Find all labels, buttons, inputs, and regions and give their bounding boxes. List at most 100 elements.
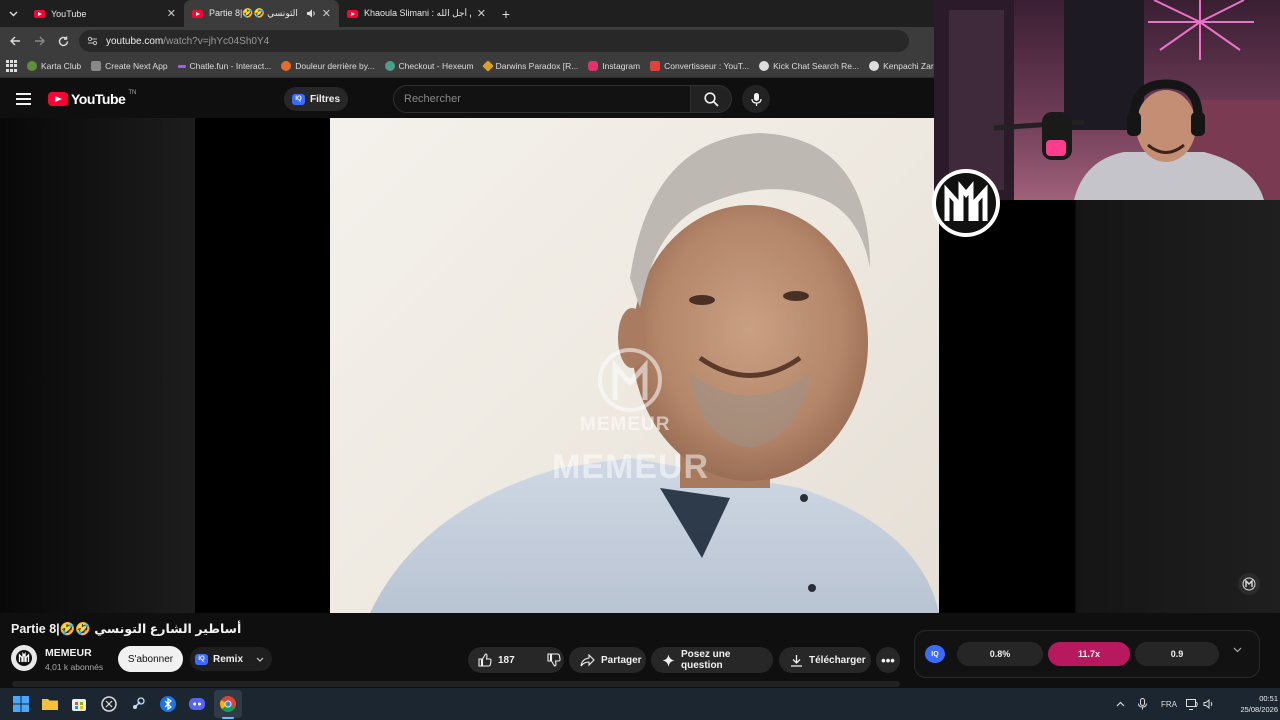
voice-search-button[interactable] [742, 85, 770, 113]
bookmark-item[interactable]: Karta Club [27, 61, 81, 71]
tab-search-button[interactable] [0, 0, 26, 27]
close-icon[interactable]: ✕ [477, 7, 486, 20]
iq-icon: IQ [292, 93, 305, 105]
share-icon [580, 653, 595, 666]
bookmark-item[interactable]: Kick Chat Search Re... [759, 61, 859, 71]
search-input[interactable]: Rechercher [393, 85, 691, 113]
tab-title: YouTube [51, 8, 87, 19]
blurred-backdrop-right [939, 200, 1280, 613]
tray-overflow-button[interactable] [1116, 688, 1125, 720]
tab-strip: YouTube ✕ Partie 8|🤣🤣 أساطير الشارع التو… [0, 0, 935, 27]
speed-segment-3[interactable]: 0.9 [1135, 642, 1219, 666]
speed-segment-2[interactable]: 11.7x [1048, 642, 1130, 666]
chrome-icon[interactable] [219, 695, 237, 713]
tray-microphone[interactable] [1138, 688, 1147, 720]
memeur-logo-icon [1242, 577, 1256, 591]
iq-icon: IQ [195, 653, 208, 665]
more-actions-button[interactable]: ••• [876, 647, 900, 673]
close-icon[interactable]: ✕ [322, 7, 331, 20]
tray-volume[interactable] [1203, 688, 1215, 720]
channel-watermark-button[interactable] [1238, 573, 1260, 595]
share-button[interactable]: Partager [569, 647, 646, 673]
instagram-icon [588, 61, 599, 71]
blurred-backdrop-left-dark [195, 118, 330, 613]
network-icon [1186, 698, 1198, 710]
speaker-icon[interactable] [306, 9, 316, 18]
apps-grid-icon[interactable] [6, 60, 17, 72]
bookmark-item[interactable]: Douleur derrière by... [281, 61, 375, 71]
bookmark-item[interactable]: Kenpachi Zaraki Bl [869, 61, 935, 71]
chevron-down-icon[interactable] [1233, 647, 1242, 653]
bookmark-item[interactable]: Darwins Paradox [R... [481, 60, 578, 72]
iq-icon: IQ [925, 645, 945, 663]
thumbs-down-icon [547, 653, 561, 667]
back-button[interactable] [3, 29, 27, 53]
subscribe-button[interactable]: S'abonner [118, 646, 183, 672]
bluetooth-app-icon[interactable] [159, 695, 177, 713]
menu-icon[interactable] [16, 93, 31, 105]
globe-icon [759, 61, 770, 71]
download-button[interactable]: Télécharger [779, 647, 871, 673]
reload-button[interactable] [51, 29, 75, 53]
bookmark-item[interactable]: Convertisseur : YouT... [650, 61, 749, 71]
reload-icon [58, 36, 68, 46]
store-icon[interactable] [70, 695, 88, 713]
tab-title: Partie 8|🤣🤣 أساطير الشارع التونسي [209, 8, 300, 18]
chevron-down-icon [9, 11, 17, 16]
address-bar[interactable]: youtube.com/watch?v=jhYc04Sh0Y4 [79, 30, 909, 52]
tab-other-video[interactable]: Khaoula Slimani : أتمرد من أجل الله ✕ [339, 0, 494, 27]
scroll-shelf [12, 681, 900, 687]
new-tab-button[interactable]: + [494, 0, 518, 27]
favicon-icon [91, 61, 102, 71]
video-frame-person [370, 133, 939, 613]
search-button[interactable] [690, 85, 732, 113]
favicon-icon [481, 60, 494, 72]
bookmark-item[interactable]: Chatle.fun - Interact... [177, 61, 271, 71]
channel-avatar[interactable] [11, 645, 37, 671]
favicon-icon [281, 61, 292, 71]
file-explorer-icon[interactable] [41, 695, 59, 713]
watermark-small: MEMEUR [580, 414, 671, 435]
subscriber-count: 4,01 k abonnés [45, 662, 104, 672]
favicon-icon [384, 61, 395, 71]
video-player[interactable]: MEMEUR MEMEUR [330, 118, 939, 613]
globe-icon [869, 61, 880, 71]
bookmark-item[interactable]: Instagram [588, 61, 640, 71]
site-info-icon[interactable] [87, 36, 98, 46]
bookmark-item[interactable]: Checkout - Hexeum [384, 61, 474, 71]
neon-star-light [1148, 0, 1254, 60]
system-clock[interactable]: 00:51 25/08/2026 [1232, 693, 1278, 715]
youtube-favicon-icon [34, 9, 45, 18]
watch-metadata: Partie 8|🤣🤣 أساطير الشارع التونسي MEMEUR… [0, 613, 1280, 688]
youtube-favicon-icon [347, 9, 358, 18]
windows-start-icon[interactable] [12, 695, 30, 713]
speed-segment-1[interactable]: 0.8% [957, 642, 1043, 666]
favicon-icon [27, 61, 37, 71]
screen: YouTube ✕ Partie 8|🤣🤣 أساطير الشارع التو… [0, 0, 1280, 720]
chatgpt-icon[interactable] [100, 695, 118, 713]
youtube-play-icon [48, 92, 68, 106]
ask-question-button[interactable]: Posez une question [651, 647, 773, 673]
dislike-button[interactable] [537, 647, 571, 673]
thumbs-up-icon [478, 653, 492, 667]
forward-button[interactable] [27, 29, 51, 53]
running-indicator [222, 717, 234, 719]
arrow-right-icon [34, 36, 45, 46]
tab-current-video[interactable]: Partie 8|🤣🤣 أساطير الشارع التونسي ✕ [184, 0, 339, 27]
blurred-backdrop-left [0, 118, 195, 613]
steam-icon[interactable] [129, 695, 147, 713]
youtube-logo[interactable]: YouTube TN [48, 90, 136, 107]
like-button[interactable]: 187 [468, 647, 525, 673]
remix-button[interactable]: IQ Remix [190, 647, 273, 671]
bookmark-item[interactable]: Create Next App [91, 61, 168, 71]
tray-network[interactable] [1186, 688, 1199, 720]
discord-icon[interactable] [188, 695, 206, 713]
memeur-channel-logo-icon [932, 169, 1000, 237]
arrow-left-icon [9, 36, 20, 46]
channel-name[interactable]: MEMEUR [45, 647, 92, 659]
close-icon[interactable]: ✕ [167, 7, 176, 20]
filters-button[interactable]: IQ Filtres [284, 87, 349, 111]
keyboard-language[interactable]: FRA [1161, 688, 1177, 720]
tab-youtube[interactable]: YouTube ✕ [26, 0, 184, 27]
playback-speed-widget: IQ 0.8% 11.7x 0.9 [914, 630, 1260, 678]
